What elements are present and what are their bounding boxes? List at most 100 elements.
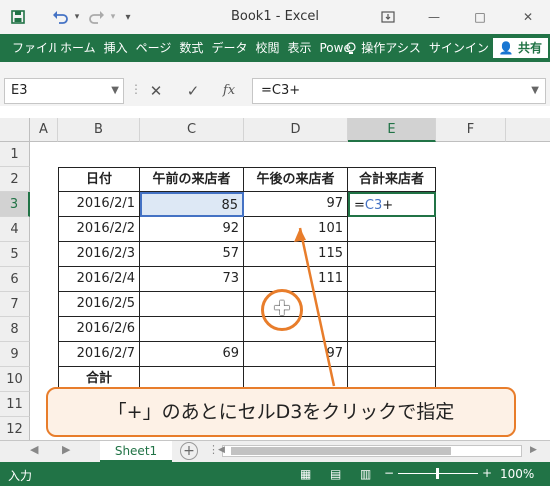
tab-data[interactable]: データ [207,34,251,62]
row-header-11[interactable]: 11 [0,392,30,417]
row-header-8[interactable]: 8 [0,317,30,342]
signin-link[interactable]: サインイン [425,34,493,62]
horizontal-scrollbar[interactable] [222,445,522,457]
tab-view[interactable]: 表示 [283,34,315,62]
tab-home[interactable]: ホーム [56,34,100,62]
pointer-arrow-icon [294,227,336,387]
tell-me-search[interactable]: 操作アシス [357,34,425,62]
ribbon-tabs: ファイル ホーム 挿入 ページ 数式 データ 校閲 表示 Powe 操作アシス … [0,34,550,62]
title-bar: ▾ ▾ ▾ Book1 - Excel — □ ✕ [0,0,550,34]
zoom-slider-thumb[interactable] [436,468,439,479]
hscroll-left-icon[interactable]: ◀ [218,445,225,455]
tab-page-layout[interactable]: ページ [132,34,176,62]
row-header-10[interactable]: 10 [0,367,30,392]
share-label: 共有 [517,41,542,55]
row-header-3[interactable]: 3 [0,192,30,217]
cell-b7[interactable]: 2016/2/5 [58,292,140,317]
row-header-1[interactable]: 1 [0,142,30,167]
normal-view-icon[interactable]: ▦ [300,467,311,481]
cell-c6[interactable]: 73 [140,267,244,292]
instruction-callout: 「+」のあとにセルD3をクリックで指定 [46,387,516,437]
header-pm-visitors[interactable]: 午後の来店者 [244,167,348,192]
column-header-a[interactable]: A [30,118,58,142]
cell-b9[interactable]: 2016/2/7 [58,342,140,367]
insert-function-icon[interactable]: fx [218,80,240,102]
cell-c3[interactable]: 85 [140,192,244,217]
status-bar: 入力 ▦ ▤ ▥ − + 100% [0,462,550,486]
user-icon: 👤 [498,41,514,55]
row-header-7[interactable]: 7 [0,292,30,317]
cell-b6[interactable]: 2016/2/4 [58,267,140,292]
page-layout-view-icon[interactable]: ▤ [330,467,341,481]
zoom-level[interactable]: 100% [500,467,534,481]
cell-b3[interactable]: 2016/2/1 [58,192,140,217]
cell-c4[interactable]: 92 [140,217,244,242]
page-break-view-icon[interactable]: ▥ [360,467,371,481]
cell-e8[interactable] [348,317,436,342]
cell-d3[interactable]: 97 [244,192,348,217]
cell-c9[interactable]: 69 [140,342,244,367]
formula-bar: E3 ▼ ⋮ ✕ ✓ fx =C3+ ▼ [0,76,550,106]
name-box[interactable]: E3 ▼ [4,78,124,104]
row-header-9[interactable]: 9 [0,342,30,367]
name-box-value: E3 [11,83,28,98]
scroll-left-icon[interactable]: ◀ [30,443,38,456]
select-all-corner[interactable] [0,118,30,142]
formula-ref-c3: C3 [364,198,383,213]
sheet-tab-sheet1[interactable]: Sheet1 [100,441,172,463]
scrollbar-thumb[interactable] [231,447,451,455]
worksheet-grid[interactable]: A B C D E F 1 2 3 4 5 6 7 8 9 10 11 12 日… [0,106,550,440]
formula-equals: = [354,198,365,213]
scroll-right-icon[interactable]: ▶ [62,443,70,456]
row-header-5[interactable]: 5 [0,242,30,267]
cell-e3-active[interactable]: =C3+ [348,192,436,217]
zoom-in-icon[interactable]: + [482,466,492,480]
cell-b8[interactable]: 2016/2/6 [58,317,140,342]
share-button[interactable]: 👤 共有 [492,38,548,58]
cell-c8[interactable] [140,317,244,342]
column-header-f[interactable]: F [436,118,506,142]
expand-formula-icon[interactable]: ▼ [531,79,539,103]
status-mode: 入力 [8,469,33,483]
ribbon-display-options-icon[interactable] [378,7,398,27]
column-header-b[interactable]: B [58,118,140,142]
minimize-button[interactable]: — [422,7,446,27]
cell-e5[interactable] [348,242,436,267]
chevron-down-icon[interactable]: ▼ [111,79,119,103]
formula-bar-grip-icon: ⋮ [130,82,142,96]
tab-insert[interactable]: 挿入 [100,34,132,62]
cell-c5[interactable]: 57 [140,242,244,267]
row-header-2[interactable]: 2 [0,167,30,192]
formula-text: =C3+ [261,83,301,98]
zoom-out-icon[interactable]: − [384,466,394,480]
sheet-tab-bar: ◀ ▶ Sheet1 + ⋮ ◀ ▶ [0,440,550,463]
cell-b4[interactable]: 2016/2/2 [58,217,140,242]
column-header-e[interactable]: E [348,118,436,142]
ribbon-body [0,62,550,76]
header-am-visitors[interactable]: 午前の来店者 [140,167,244,192]
maximize-button[interactable]: □ [468,7,492,27]
row-header-6[interactable]: 6 [0,267,30,292]
tab-formulas[interactable]: 数式 [175,34,207,62]
column-header-c[interactable]: C [140,118,244,142]
header-total-visitors[interactable]: 合計来店者 [348,167,436,192]
cell-e4[interactable] [348,217,436,242]
formula-input[interactable]: =C3+ ▼ [252,78,546,104]
cell-c7[interactable] [140,292,244,317]
header-date[interactable]: 日付 [58,167,140,192]
column-header-g[interactable] [506,118,550,142]
cell-e6[interactable] [348,267,436,292]
enter-icon[interactable]: ✓ [182,80,204,102]
cell-e7[interactable] [348,292,436,317]
close-button[interactable]: ✕ [516,7,540,27]
tab-file[interactable]: ファイル [0,34,56,62]
hscroll-right-icon[interactable]: ▶ [530,445,537,455]
row-header-4[interactable]: 4 [0,217,30,242]
row-header-12[interactable]: 12 [0,417,30,440]
column-header-d[interactable]: D [244,118,348,142]
tab-review[interactable]: 校閲 [251,34,283,62]
new-sheet-button[interactable]: + [180,442,198,460]
cell-b5[interactable]: 2016/2/3 [58,242,140,267]
cancel-icon[interactable]: ✕ [145,80,167,102]
cell-e9[interactable] [348,342,436,367]
